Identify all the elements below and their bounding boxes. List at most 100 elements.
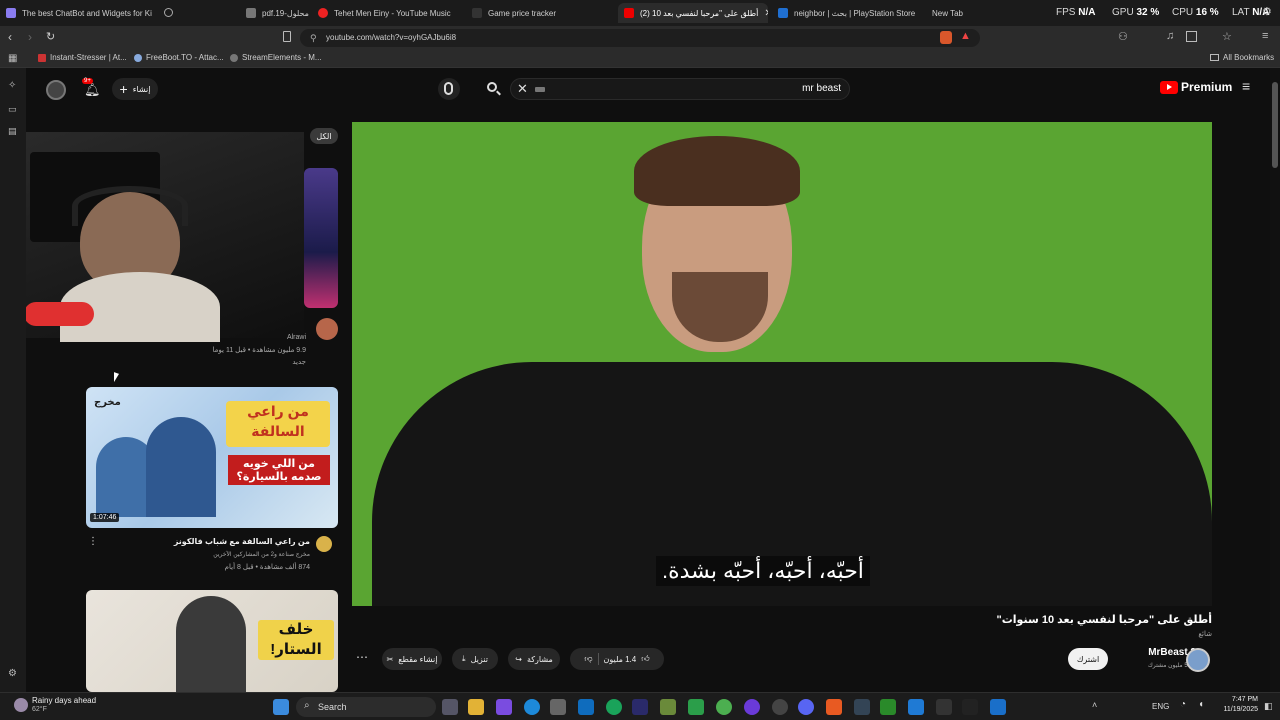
all-bookmarks[interactable]: All Bookmarks [1210,53,1274,62]
steam-icon[interactable] [854,699,870,715]
video-thumbnail[interactable]: من راعي السالفة من اللي خويه صدمه بالسيا… [86,387,338,528]
share-button[interactable]: ↪ مشاركة [508,648,560,670]
file-explorer-icon[interactable] [468,699,484,715]
volume-icon[interactable]: ◖ [1198,699,1204,710]
subscribe-button[interactable]: اشترك [1068,648,1108,670]
hamburger-menu-icon[interactable]: ≡ [1242,78,1250,94]
weather-icon[interactable] [14,698,28,712]
avatar[interactable] [46,80,66,100]
music-icon[interactable]: ♫ [1166,30,1174,42]
wifi-icon[interactable]: ◔ [1180,699,1186,710]
rewards-icon[interactable]: ▲ [960,30,971,42]
search-input[interactable]: ✕ mr beast [510,78,850,100]
reload-icon[interactable]: ↻ [46,30,55,43]
tab-playstation[interactable]: neighbor | بحث | PlayStation Store [772,3,922,23]
bookmark-streamelements[interactable]: StreamElements - M... [230,53,322,62]
forward-icon[interactable]: › [28,30,32,44]
apps-grid-icon[interactable]: ▦ [8,53,17,64]
channel-name[interactable]: MrBeast 2 [1116,647,1196,658]
clock-date[interactable]: 11/19/2025 [1210,706,1258,713]
app-icon[interactable] [936,699,952,715]
taskbar-search[interactable]: ⌕ Search [296,697,436,717]
reading-list-icon[interactable]: ▭ [8,104,17,115]
chevron-up-icon[interactable]: ˄ [1092,700,1097,710]
create-button[interactable]: + إنشاء [112,78,158,100]
play-icon[interactable] [688,699,704,715]
more-actions-icon[interactable]: ⋯ [356,650,368,664]
video-channel[interactable]: Alrawi [176,334,306,341]
chrome-icon[interactable] [772,699,788,715]
video-player[interactable]: أحبّه، أحبّه، أحبّه بشدة. [352,122,1212,606]
close-icon[interactable]: ✕ [764,8,768,19]
channel-avatar[interactable] [316,318,338,340]
xbox-icon[interactable] [716,699,732,715]
dislike-icon[interactable]: 👎︎ [584,654,592,664]
app-icon[interactable] [962,699,978,715]
star-icon[interactable]: ☆ [1222,30,1232,43]
menu-icon[interactable]: ≡ [1262,30,1268,42]
keyboard-icon[interactable] [535,87,545,92]
app-icon[interactable] [880,699,896,715]
notification-icon[interactable]: ◧ [1264,701,1273,712]
chip-all[interactable]: الكل [310,128,338,144]
channel-avatar[interactable] [1186,648,1210,672]
url-field[interactable]: ⚲ youtube.com/watch?v=oyhGAJbu6i8 [300,29,980,47]
like-dislike-button[interactable]: 👎︎ 1.4 مليون 👍︎ [570,648,664,670]
app-icon[interactable] [990,699,1006,715]
video-title[interactable]: من راعي السالفة مع شباب فالكونز [146,537,310,546]
clear-search-icon[interactable]: ✕ [517,81,528,97]
bookmark-freeboot[interactable]: FreeBoot.TO - Attac... [134,53,224,62]
clock-time[interactable]: 7:47 PM [1218,696,1258,703]
video-thumbnail[interactable]: خلف الستار! [86,590,338,692]
back-icon[interactable]: ‹ [8,30,12,44]
copilot-icon[interactable] [496,699,512,715]
minecraft-icon[interactable] [660,699,676,715]
extension-icon[interactable]: ⚇ [1118,30,1128,43]
folder-icon [1210,54,1219,61]
page-scrollbar[interactable] [1270,68,1280,692]
gear-icon[interactable]: ⚙ [1262,5,1272,18]
voice-search-button[interactable] [438,78,460,100]
bookmark-icon[interactable] [283,31,291,42]
brave-shield-icon[interactable] [940,31,952,44]
clip-button[interactable]: ✂ إنشاء مقطع [382,648,442,670]
video-thumbnail[interactable] [304,168,338,308]
tab-game-price[interactable]: Game price tracker [466,3,616,23]
bookmark-favicon-icon [134,53,142,62]
tab-new-tab[interactable]: New Tab [926,3,986,23]
tab-youtube-music[interactable]: Tehet Men Einy - YouTube Music [312,3,462,23]
tab-chatbot[interactable]: The best ChatBot and Widgets for Ki [0,3,160,23]
bookmark-instant-stresser[interactable]: Instant-Stresser | At... [38,53,127,62]
site-info-icon[interactable]: ⚲ [310,29,317,47]
notifications-button[interactable]: 🔔︎ 9+ [82,78,101,98]
scrollbar-thumb[interactable] [1272,82,1278,168]
settings-icon[interactable]: ⚙ [8,668,17,679]
like-icon[interactable]: 👍︎ [641,654,649,664]
app-icon[interactable] [744,699,760,715]
more-vert-icon[interactable]: ⋮ [88,536,98,547]
bookmarks-panel-icon[interactable]: ▤ [8,126,17,137]
thumbnail-title: خلف الستار! [258,620,334,660]
language-indicator[interactable]: ENG [1152,702,1169,711]
search-button[interactable] [482,78,504,100]
discord-icon[interactable] [798,699,814,715]
channel-avatar[interactable] [316,536,332,552]
app-icon[interactable] [908,699,924,715]
tab-pdf[interactable]: pdf.محلول-19 [240,3,310,23]
video-channel[interactable]: مخرج صناعة و2 من المشاركين الآخرين [146,551,310,558]
outlook-icon[interactable] [578,699,594,715]
sidebar-toggle-icon[interactable] [1186,31,1197,42]
task-view-icon[interactable] [442,699,458,715]
app-icon[interactable] [606,699,622,715]
youtube-premium-logo[interactable]: Premium [1160,80,1232,94]
obs-icon[interactable] [632,699,648,715]
brave-icon[interactable] [826,699,842,715]
leo-icon[interactable]: ✧ [8,80,16,91]
weather-title[interactable]: Rainy days ahead [32,696,96,705]
windows-start-icon[interactable] [273,699,289,715]
download-button[interactable]: ⤓ تنزيل [452,648,498,670]
store-icon[interactable] [550,699,566,715]
edge-icon[interactable] [524,699,540,715]
tab-youtube-active[interactable]: أطلق على "مرحبا لنفسي بعد 10 (2) ✕ [618,3,768,23]
trending-tag[interactable]: شائع [1146,630,1212,638]
